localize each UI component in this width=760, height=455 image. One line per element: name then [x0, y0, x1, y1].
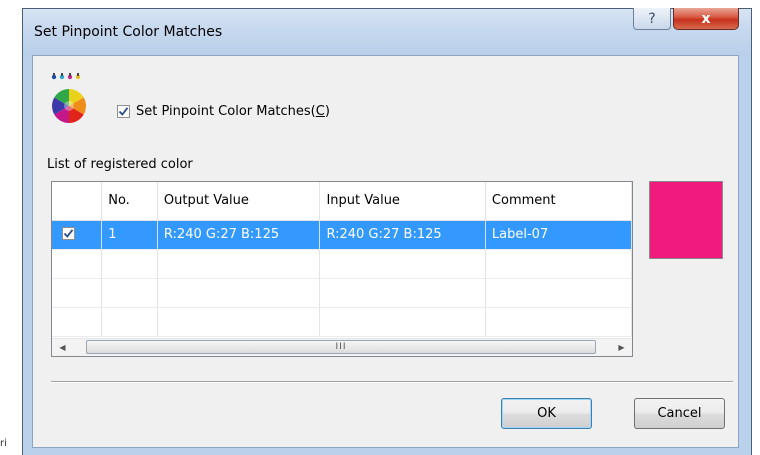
enable-label-text: Set Pinpoint Color Matches(C) [136, 104, 330, 119]
cancel-button[interactable]: Cancel [634, 398, 725, 429]
horizontal-scrollbar[interactable]: ◀ III ▶ [52, 338, 632, 356]
color-wheel-icon [51, 73, 86, 123]
dialog-body: Set Pinpoint Color Matches(C) List of re… [32, 55, 739, 448]
scroll-right-icon[interactable]: ▶ [613, 339, 630, 356]
close-button[interactable]: x [673, 8, 739, 30]
enable-checkbox-row[interactable]: Set Pinpoint Color Matches(C) [117, 104, 330, 119]
row-output-value: R:240 G:27 B:125 [157, 220, 321, 250]
column-header-comment[interactable]: Comment [485, 182, 632, 221]
scroll-left-icon[interactable]: ◀ [54, 339, 71, 356]
color-preview-swatch [649, 181, 723, 259]
dialog-window: Set Pinpoint Color Matches ? x Set Pinpo… [22, 8, 752, 455]
row-input-value: R:240 G:27 B:125 [319, 220, 486, 250]
enable-checkbox[interactable] [117, 105, 130, 118]
table-row-empty [52, 249, 632, 279]
checkmark-icon [63, 228, 74, 238]
title-bar: Set Pinpoint Color Matches ? x [23, 8, 751, 55]
checkmark-icon [118, 107, 129, 116]
table-row-empty [52, 278, 632, 308]
row-no: 1 [101, 220, 158, 250]
stray-text: ri [0, 438, 7, 449]
list-caption: List of registered color [47, 157, 193, 172]
color-table: No. Output Value Input Value Comment 1 R… [52, 182, 632, 337]
dropper-icons [51, 73, 81, 80]
help-button[interactable]: ? [633, 8, 671, 30]
ok-button[interactable]: OK [501, 398, 592, 429]
row-check-cell[interactable] [52, 220, 103, 250]
registered-color-list[interactable]: No. Output Value Input Value Comment 1 R… [51, 181, 633, 357]
scroll-thumb[interactable]: III [86, 340, 596, 354]
table-row[interactable]: 1 R:240 G:27 B:125 R:240 G:27 B:125 Labe… [52, 220, 632, 250]
column-header-input-value[interactable]: Input Value [319, 182, 486, 221]
table-header-row: No. Output Value Input Value Comment [52, 182, 632, 221]
divider [51, 381, 733, 383]
scroll-grip-icon: III [335, 342, 347, 352]
dialog-title: Set Pinpoint Color Matches [34, 24, 223, 40]
column-header-output-value[interactable]: Output Value [157, 182, 321, 221]
row-checkbox[interactable] [62, 226, 75, 240]
enable-checkbox-label: Set Pinpoint Color Matches(C) [136, 104, 330, 119]
help-icon: ? [648, 10, 656, 27]
table-row-empty [52, 307, 632, 337]
column-header-check[interactable] [52, 182, 103, 221]
close-icon: x [701, 10, 711, 27]
column-header-no[interactable]: No. [101, 182, 158, 221]
row-comment: Label-07 [485, 220, 632, 250]
